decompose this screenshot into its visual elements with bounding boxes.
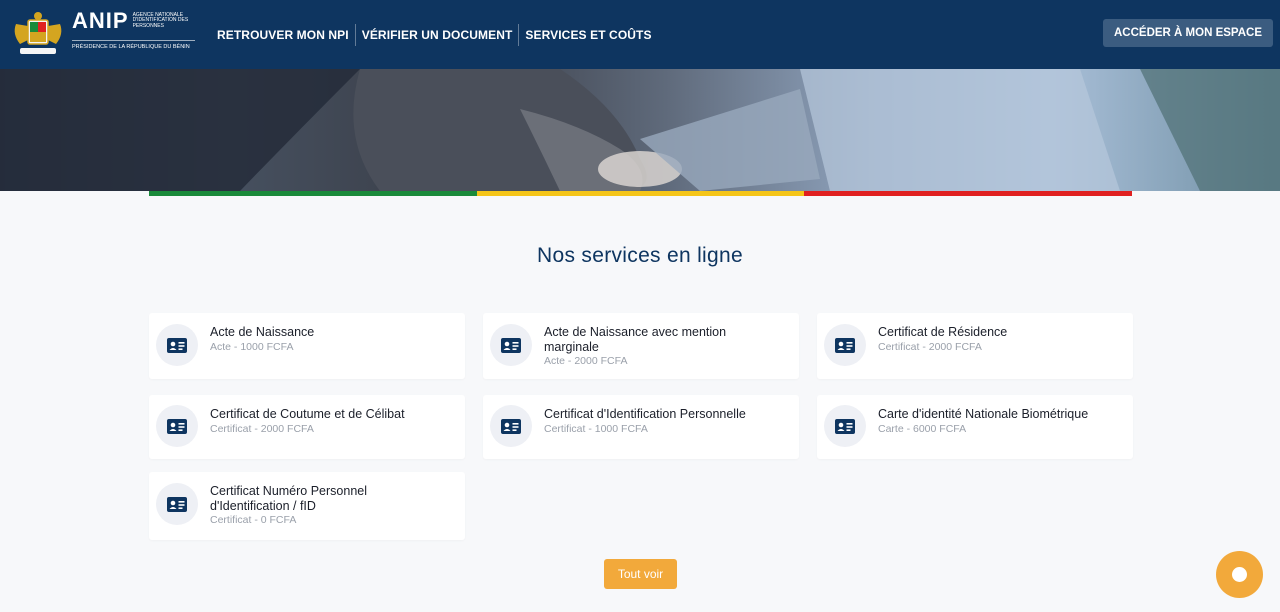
id-card-icon [156, 405, 198, 447]
service-card[interactable]: Certificat de Résidence Certificat - 200… [817, 313, 1133, 379]
service-card[interactable]: Acte de Naissance avec mention marginale… [483, 313, 799, 379]
main-nav: RETROUVER MON NPI VÉRIFIER UN DOCUMENT S… [211, 0, 658, 69]
service-card[interactable]: Certificat d'Identification Personnelle … [483, 395, 799, 459]
flag-yellow [476, 191, 805, 196]
service-title: Certificat d'Identification Personnelle [544, 407, 746, 421]
national-flag-stripe [149, 191, 1133, 196]
id-card-icon [156, 324, 198, 366]
service-price: Carte - 6000 FCFA [878, 423, 967, 435]
service-price: Certificat - 2000 FCFA [878, 341, 982, 353]
service-card[interactable]: Certificat Numéro Personnel d'Identifica… [149, 472, 465, 540]
service-card[interactable]: Certificat de Coutume et de Célibat Cert… [149, 395, 465, 459]
access-my-space-button[interactable]: ACCÉDER À MON ESPACE [1103, 19, 1273, 47]
id-card-icon [824, 324, 866, 366]
chat-icon [1232, 567, 1247, 582]
id-card-icon [490, 324, 532, 366]
top-navbar: ANIP Agence Nationale d'Identification d… [0, 0, 1280, 69]
service-title: Carte d'identité Nationale Biométrique [878, 407, 1089, 421]
service-card[interactable]: Acte de Naissance Acte - 1000 FCFA [149, 313, 465, 379]
id-card-icon [824, 405, 866, 447]
nav-verifier-document[interactable]: VÉRIFIER UN DOCUMENT [356, 28, 519, 42]
flag-red [804, 191, 1133, 196]
service-card[interactable]: Carte d'identité Nationale Biométrique C… [817, 395, 1133, 459]
nav-services-couts[interactable]: SERVICES ET COÛTS [519, 28, 657, 42]
service-title: Certificat de Résidence [878, 325, 1008, 339]
logo-agency-name: Agence Nationale d'Identification des Pe… [132, 11, 189, 29]
nav-retrouver-npi[interactable]: RETROUVER MON NPI [211, 28, 355, 42]
flag-green [149, 191, 477, 196]
service-price: Certificat - 2000 FCFA [210, 423, 314, 435]
coat-of-arms-icon [14, 12, 62, 54]
id-card-icon [156, 483, 198, 525]
service-title: Certificat Numéro Personnel d'Identifica… [210, 484, 368, 513]
service-title: Acte de Naissance avec mention marginale [544, 325, 727, 354]
see-all-button[interactable]: Tout voir [604, 559, 677, 589]
service-price: Certificat - 0 FCFA [210, 514, 297, 526]
logo-acronym: ANIP [72, 8, 129, 33]
id-card-icon [490, 405, 532, 447]
hero-banner-image [0, 69, 1280, 191]
service-title: Certificat de Coutume et de Célibat [210, 407, 405, 421]
anip-logo[interactable]: ANIP Agence Nationale d'Identification d… [8, 10, 195, 58]
service-title: Acte de Naissance [210, 325, 315, 339]
logo-presidency: Présidence de la République du Bénin [72, 40, 195, 50]
service-price: Acte - 1000 FCFA [210, 341, 294, 353]
chat-launcher-button[interactable] [1216, 551, 1263, 598]
section-title: Nos services en ligne [537, 244, 743, 267]
hero-photo [0, 69, 1280, 191]
service-price: Certificat - 1000 FCFA [544, 423, 648, 435]
service-price: Acte - 2000 FCFA [544, 355, 628, 367]
